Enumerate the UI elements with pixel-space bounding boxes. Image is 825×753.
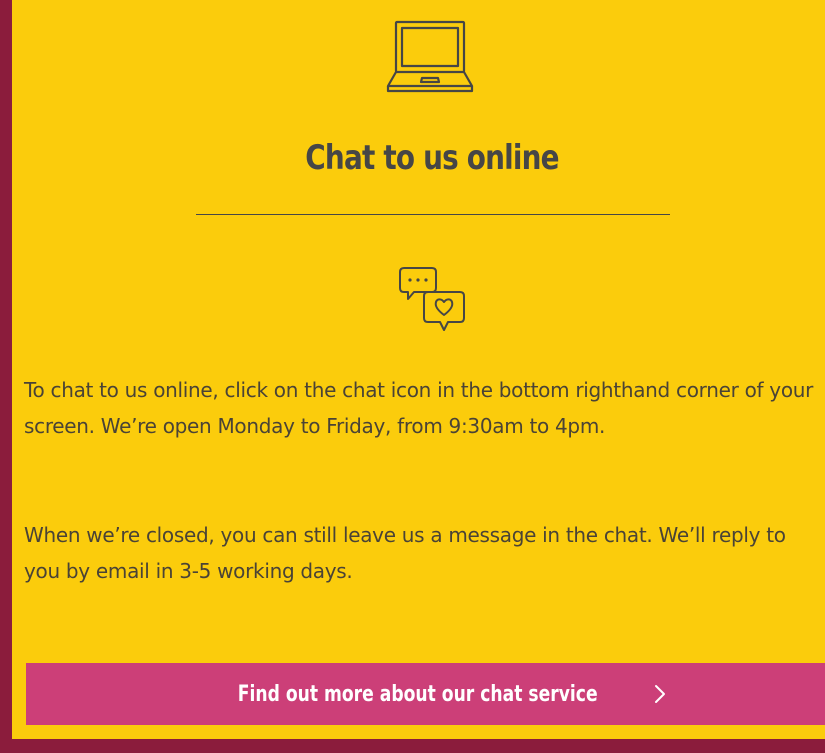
laptop-icon (386, 20, 474, 93)
page-title: Chat to us online (305, 138, 559, 178)
chat-service-button[interactable]: Find out more about our chat service (26, 663, 825, 725)
closed-hours-text: When we’re closed, you can still leave u… (24, 523, 786, 583)
chat-info-card: Chat to us online To chat to us online, … (12, 0, 825, 739)
chat-service-button-label: Find out more about our chat service (237, 681, 598, 707)
chat-bubbles-heart-icon (399, 267, 465, 331)
title-divider (196, 214, 670, 215)
chevron-right-icon (655, 685, 666, 703)
chat-instructions-text: To chat to us online, click on the chat … (24, 378, 814, 438)
